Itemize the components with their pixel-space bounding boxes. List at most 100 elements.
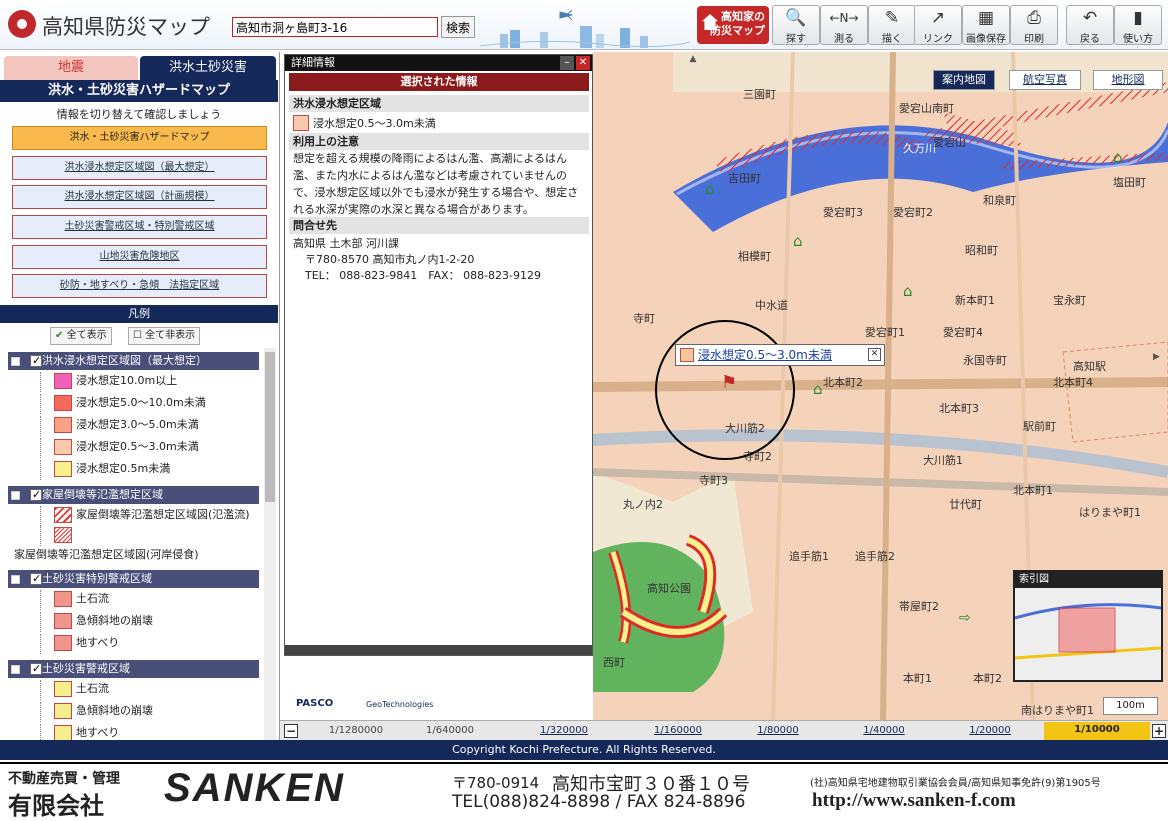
tool-link[interactable]: ↗ リンク [914,5,962,45]
legend-item: 浸水想定3.0～5.0m未満 [40,416,199,436]
legend-checkbox[interactable] [30,660,42,678]
pan-right-icon[interactable]: ▶ [1153,352,1165,372]
legend-group-flood-max[interactable]: 洪水浸水想定区域図（最大想定） [8,352,259,370]
tool-measure[interactable]: ←N→ 測る [820,5,868,45]
close-icon[interactable]: ✕ [868,348,881,361]
legend-checkbox[interactable] [30,486,42,504]
zoom-level[interactable]: 1/160000 [638,723,718,739]
hide-all-button[interactable]: ☐ 全て非表示 [128,327,201,345]
close-icon[interactable]: ✕ [576,56,590,70]
map-label: 塩田町 [1113,176,1146,189]
legend-item: 家屋倒壊等氾濫想定区域図(氾濫流) [40,506,250,526]
layer-sabo-designated[interactable]: 砂防・地すべり・急傾 法指定区域 [12,274,267,298]
show-all-button[interactable]: ✔ 全て表示 [50,327,112,345]
map-label: 北本町2 [823,376,863,389]
map-label: 本町2 [973,672,1002,685]
pen-icon: ✎ [884,8,900,28]
layer-landslide-zones[interactable]: 土砂災害警戒区域・特別警戒区域 [12,215,267,239]
legend-group-special-warning[interactable]: 土砂災害特別警戒区域 [8,570,259,588]
legend-group-warning[interactable]: 土砂災害警戒区域 [8,660,259,678]
legend-list: 洪水浸水想定区域図（最大想定） 浸水想定10.0m以上 浸水想定5.0～10.0… [0,348,278,740]
collapse-icon[interactable] [11,357,20,366]
tool-back[interactable]: ↶ 戻る [1066,5,1114,45]
detail-title: 詳細情報 [285,55,592,71]
check-icon: ✔ [55,330,64,341]
zoom-level[interactable]: 1/40000 [844,723,924,739]
minimize-icon[interactable]: – [560,56,574,70]
pan-up-icon[interactable]: ▲ [683,54,703,64]
tool-search[interactable]: 🔍 探す [772,5,820,45]
legend-swatch [54,635,72,651]
legend-swatch [54,439,72,455]
tab-earthquake[interactable]: 地震 [4,56,138,80]
flood-swatch [293,115,309,131]
collapse-icon[interactable] [11,491,20,500]
zoom-level-current[interactable]: 1/10000 [1044,722,1150,740]
legend-swatch [54,373,72,389]
back-icon: ↶ [1082,8,1098,28]
search-button[interactable]: 検索 [441,16,475,38]
tool-print[interactable]: ⎙ 印刷 [1010,5,1058,45]
map-label: 高知駅 [1073,360,1106,373]
flood-depth-value: 浸水想定0.5～3.0m未満 [313,117,436,130]
layer-mountain-hazard[interactable]: 山地災害危険地区 [12,245,267,269]
map-label: 三園町 [743,88,776,101]
legend-checkbox[interactable] [30,352,42,370]
geotech-logo: GeoTechnologies [366,700,434,709]
legend-scroll-thumb[interactable] [265,352,275,502]
detail-panel-footer [285,645,592,655]
collapse-icon[interactable] [11,575,20,584]
zoom-in-icon[interactable]: + [1152,724,1166,738]
popup-label[interactable]: 浸水想定0.5～3.0m未満 [698,348,832,362]
tool-image-save[interactable]: ▦ 画像保存 [962,5,1010,45]
map-label: 愛宕山南町 [899,102,954,115]
tool-draw[interactable]: ✎ 描く [868,5,916,45]
zoom-level[interactable]: 1/320000 [524,723,604,739]
index-map-image [1015,588,1161,680]
index-map[interactable]: 索引図 [1013,570,1163,682]
zoom-out-icon[interactable]: − [284,724,298,738]
hazard-map-heading: 洪水・土砂災害ハザードマップ [0,80,278,102]
home-plan-button[interactable]: 高知家の 防災マップ [697,6,769,44]
map-label: 吉田町 [728,172,761,185]
map-label: 帯屋町2 [899,600,939,613]
map-label: 愛宕町4 [943,326,983,339]
popup-swatch [680,348,694,362]
banner-url[interactable]: http://www.sanken-f.com [812,790,1016,812]
zoom-level[interactable]: 1/20000 [950,723,1030,739]
zoom-level[interactable]: 1/80000 [738,723,818,739]
map-label: 西町 [603,656,625,669]
skyline-decoration [480,9,690,48]
map-canvas[interactable]: 案内地図 航空写真 地形図 三園町 愛宕山南町 久万川 塩田町 和泉町 吉田町 … [593,52,1168,720]
banner-license: (社)高知県宅地建物取引業協会会員/高知県知事免許(9)第1905号 [810,778,1101,789]
map-label: 愛宕山 [933,136,966,149]
shelter-icon: ⌂ [1113,148,1123,166]
map-label: 北本町3 [939,402,979,415]
map-label: 追手筋2 [855,550,895,563]
location-marker-icon[interactable]: ⚑ [721,372,737,393]
legend-item: 浸水想定0.5～3.0m未満 [40,438,199,458]
search-input[interactable] [232,17,438,37]
tab-flood-landslide[interactable]: 洪水土砂災害 [140,56,276,80]
legend-item: 土石流 [40,680,109,700]
layer-hazard-map[interactable]: 洪水・土砂災害ハザードマップ [12,126,267,150]
tool-help[interactable]: ▮ 使い方 [1114,5,1162,45]
layer-flood-max[interactable]: 洪水浸水想定区域図（最大想定） [12,156,267,180]
legend-checkbox[interactable] [30,570,42,588]
map-popup[interactable]: 浸水想定0.5～3.0m未満 ✕ [675,344,885,366]
legend-item [40,526,76,546]
magnifier-icon: 🔍 [785,8,807,28]
zoom-level[interactable]: 1/1280000 [316,723,396,739]
logo-icon [8,10,36,38]
selected-info-bar: 選択された情報 [289,73,589,91]
help-icon: ▮ [1133,8,1143,28]
legend-item: 急傾斜地の崩壊 [40,702,153,722]
app-title: 高知県防災マップ [42,15,210,39]
legend-swatch [54,703,72,719]
zoom-level[interactable]: 1/640000 [410,723,490,739]
legend-item: 地すべり [40,724,119,740]
collapse-icon[interactable] [11,665,20,674]
map-label: 昭和町 [965,244,998,257]
legend-group-house-collapse[interactable]: 家屋倒壊等氾濫想定区域 [8,486,259,504]
layer-flood-plan[interactable]: 洪水浸水想定区域図（計画規模） [12,185,267,209]
